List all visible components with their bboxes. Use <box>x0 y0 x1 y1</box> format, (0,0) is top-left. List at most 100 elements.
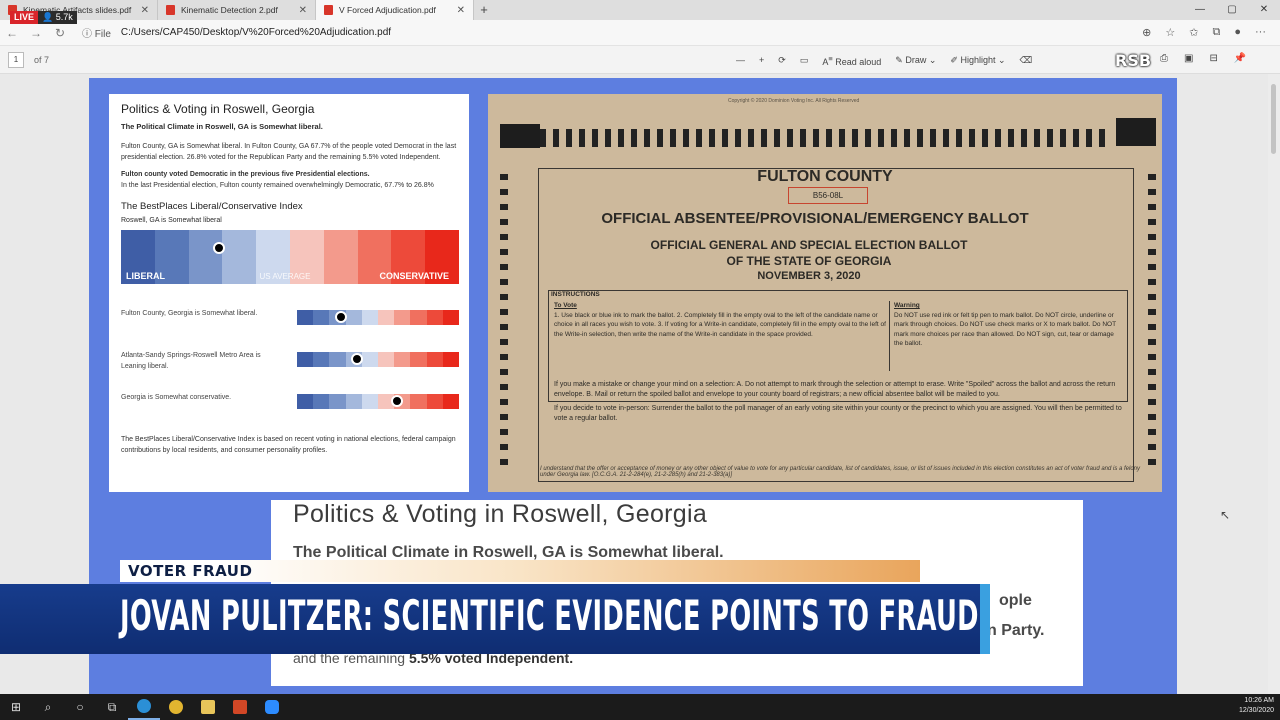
scale-segment <box>378 352 395 367</box>
pdf-right-actions: ⎙ ▣ ⊟ 📌 <box>1160 53 1246 64</box>
file-text: File <box>94 29 111 40</box>
mini-scale <box>297 352 460 367</box>
forward-icon[interactable]: → <box>24 26 48 40</box>
pdf-icon <box>166 5 175 15</box>
draw-button[interactable]: ✎ Draw ⌄ <box>895 55 936 66</box>
browser-tab-bar: Kinematic Artifacts slides.pdf ✕ Kinemat… <box>0 0 1280 20</box>
rotate-icon[interactable]: ⟳ <box>778 55 786 66</box>
maximize-button[interactable]: ▢ <box>1216 0 1248 20</box>
scrollbar-thumb[interactable] <box>1271 84 1276 154</box>
timing-mark <box>1086 129 1092 147</box>
windows-taskbar: ⊞ ⌕ ○ ⧉ 10:26 AM 12/30/2020 <box>0 694 1280 720</box>
collections-icon[interactable]: ⧉ <box>1212 26 1220 39</box>
page-number-input[interactable]: 1 <box>8 51 24 68</box>
zoom-icon[interactable]: ⊕ <box>1142 26 1151 39</box>
scale-segment <box>329 394 346 409</box>
ballot-timing-marks <box>540 129 1105 147</box>
erase-icon[interactable]: ⌫ <box>1020 55 1033 66</box>
tab-kinematic-detection[interactable]: Kinematic Detection 2.pdf ✕ <box>158 0 316 20</box>
scale-segment <box>313 310 330 325</box>
fulton-history-title: Fulton county voted Democratic in the pr… <box>121 171 370 178</box>
zoom-out-button[interactable]: — <box>736 55 745 65</box>
read-aloud-button[interactable]: A≡ Read aloud <box>822 54 881 67</box>
timing-mark <box>566 129 572 147</box>
side-timing-mark <box>1148 369 1156 375</box>
scale-segment <box>442 352 460 367</box>
pin-icon[interactable]: 📌 <box>1234 53 1246 64</box>
new-tab-button[interactable]: + <box>474 0 494 20</box>
timing-mark <box>605 129 611 147</box>
tab-forced-adjudication[interactable]: V Forced Adjudication.pdf ✕ <box>316 0 474 20</box>
print-icon[interactable]: ⎙ <box>1160 53 1168 64</box>
url-field[interactable]: C:/Users/CAP450/Desktop/V%20Forced%20Adj… <box>121 27 1142 38</box>
save-as-icon[interactable]: ⊟ <box>1209 53 1217 64</box>
side-timing-mark <box>500 324 508 330</box>
liberal-conservative-scale: LIBERAL US AVERAGE CONSERVATIVE <box>121 230 459 284</box>
scale-segment <box>410 394 427 409</box>
close-window-button[interactable]: ✕ <box>1248 0 1280 20</box>
ballot-subheading: OFFICIAL GENERAL AND SPECIAL ELECTION BA… <box>650 238 968 252</box>
highlight-label: Highlight <box>960 54 996 65</box>
tab-label: Kinematic Detection 2.pdf <box>181 5 278 15</box>
vertical-scrollbar[interactable] <box>1268 74 1280 694</box>
profile-avatar-icon[interactable]: ● <box>1234 26 1241 39</box>
live-label: LIVE <box>10 11 39 24</box>
zoomed-party-fragment: n Party. <box>987 622 1045 639</box>
rsb-watermark: RSB <box>1115 51 1152 70</box>
zoom-app-icon[interactable] <box>256 694 288 720</box>
cortana-icon[interactable]: ○ <box>64 694 96 720</box>
timing-mark <box>891 129 897 147</box>
ballot-mistake-instructions: If you make a mistake or change your min… <box>554 380 1124 424</box>
average-label: US AVERAGE <box>259 272 311 281</box>
favorite-star-icon[interactable]: ☆ <box>1165 26 1175 39</box>
timing-mark <box>618 129 624 147</box>
scale-segment <box>361 394 379 409</box>
row-text: Georgia is Somewhat conservative. <box>121 394 232 401</box>
index-row-fulton: Fulton County, Georgia is Somewhat liber… <box>121 302 460 344</box>
favorites-icon[interactable]: ✩ <box>1189 26 1198 39</box>
side-timing-mark <box>500 189 508 195</box>
clock-time: 10:26 AM <box>1244 697 1274 704</box>
powerpoint-icon[interactable] <box>224 694 256 720</box>
tab-close-icon[interactable]: ✕ <box>457 5 465 16</box>
timing-mark <box>839 129 845 147</box>
timing-mark <box>800 129 806 147</box>
timing-mark <box>995 129 1001 147</box>
minimize-button[interactable]: — <box>1184 0 1216 20</box>
more-options-icon[interactable]: ··· <box>1255 26 1266 39</box>
side-timing-mark <box>1148 234 1156 240</box>
side-timing-mark <box>500 309 508 315</box>
file-explorer-icon[interactable] <box>192 694 224 720</box>
highlight-button[interactable]: ✐ Highlight ⌄ <box>950 55 1005 66</box>
timing-mark <box>696 129 702 147</box>
edge-browser-icon[interactable] <box>128 694 160 720</box>
timing-mark <box>1008 129 1014 147</box>
timing-mark <box>553 129 559 147</box>
search-icon[interactable]: ⌕ <box>32 694 64 720</box>
zoom-in-button[interactable]: + <box>759 55 764 65</box>
task-view-icon[interactable]: ⧉ <box>96 694 128 720</box>
timing-mark <box>1060 129 1066 147</box>
save-icon[interactable]: ▣ <box>1184 53 1193 64</box>
fit-page-icon[interactable]: ▭ <box>800 55 809 66</box>
chyron-tag: VOTER FRAUD <box>120 560 920 582</box>
windows-start-icon[interactable]: ⊞ <box>0 694 32 720</box>
tab-close-icon[interactable]: ✕ <box>299 5 307 16</box>
mouse-cursor-icon: ↖ <box>1220 508 1231 522</box>
scale-segment <box>222 230 257 284</box>
side-timing-mark <box>500 399 508 405</box>
scale-segment <box>394 352 411 367</box>
chrome-icon[interactable] <box>160 694 192 720</box>
back-icon[interactable]: ← <box>0 26 24 40</box>
timing-mark <box>878 129 884 147</box>
scale-segment <box>426 352 443 367</box>
timing-mark <box>1034 129 1040 147</box>
tab-close-icon[interactable]: ✕ <box>141 5 149 16</box>
inperson-text: If you decide to vote in-person: Surrend… <box>554 405 1122 422</box>
refresh-icon[interactable]: ↻ <box>48 26 72 40</box>
side-timing-mark <box>500 429 508 435</box>
ballot-image: Copyright © 2020 Dominion Voting Inc. Al… <box>488 94 1162 492</box>
conservative-label: CONSERVATIVE <box>379 271 449 281</box>
scale-segment <box>394 310 411 325</box>
scale-segment <box>442 394 460 409</box>
